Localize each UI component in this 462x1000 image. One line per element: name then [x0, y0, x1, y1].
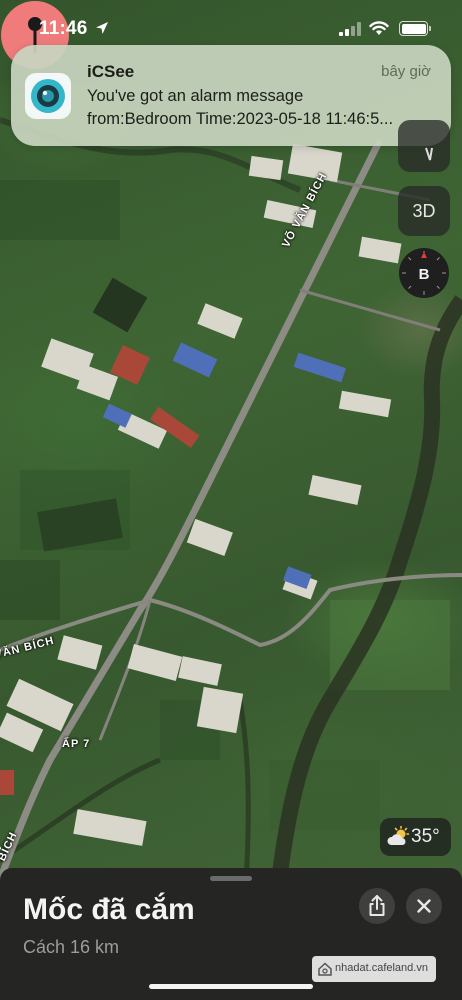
3d-toggle-button[interactable]: 3D: [398, 186, 450, 236]
place-title: Mốc đã cắm: [23, 893, 195, 926]
sheet-grabber[interactable]: [210, 876, 252, 881]
map-mode-button[interactable]: [398, 120, 450, 172]
close-button[interactable]: [406, 888, 442, 924]
home-indicator[interactable]: [149, 984, 313, 989]
status-time: 11:46: [39, 18, 88, 39]
compass-label: B: [419, 266, 430, 283]
notification-message-line2: from:Bedroom Time:2023-05-18 11:46:5...: [87, 110, 394, 128]
place-distance: Cách 16 km: [23, 937, 120, 957]
share-button[interactable]: [359, 888, 395, 924]
notification-app-name: iCSee: [87, 62, 135, 81]
cellular-signal-icon: [339, 22, 361, 36]
compass-icon[interactable]: B: [398, 247, 450, 299]
place-bottom-sheet[interactable]: Mốc đã cắm Cách 16 km nhadat.cafeland.vn: [0, 868, 462, 1000]
notification-banner[interactable]: iCSee bây giờ You've got an alarm messag…: [11, 45, 451, 146]
close-icon: [417, 899, 431, 913]
notification-time: bây giờ: [381, 63, 431, 80]
battery-icon: [399, 21, 431, 36]
notification-message-line1: You've got an alarm message: [87, 87, 304, 105]
wifi-icon: [369, 21, 389, 35]
partly-cloudy-sun-icon: [387, 826, 410, 845]
icsee-camera-icon: [25, 73, 71, 119]
home-logo-icon: [318, 962, 332, 976]
share-icon: [369, 895, 385, 916]
location-arrow-icon: [96, 22, 108, 34]
weather-temperature: 35°: [411, 826, 440, 847]
road-label-ap-7: ẤP 7: [62, 738, 91, 750]
weather-chip[interactable]: 35°: [380, 818, 451, 856]
location-arrow-outline-icon: [425, 147, 433, 161]
watermark-text: nhadat.cafeland.vn: [335, 962, 428, 974]
watermark-badge: nhadat.cafeland.vn: [312, 956, 436, 982]
